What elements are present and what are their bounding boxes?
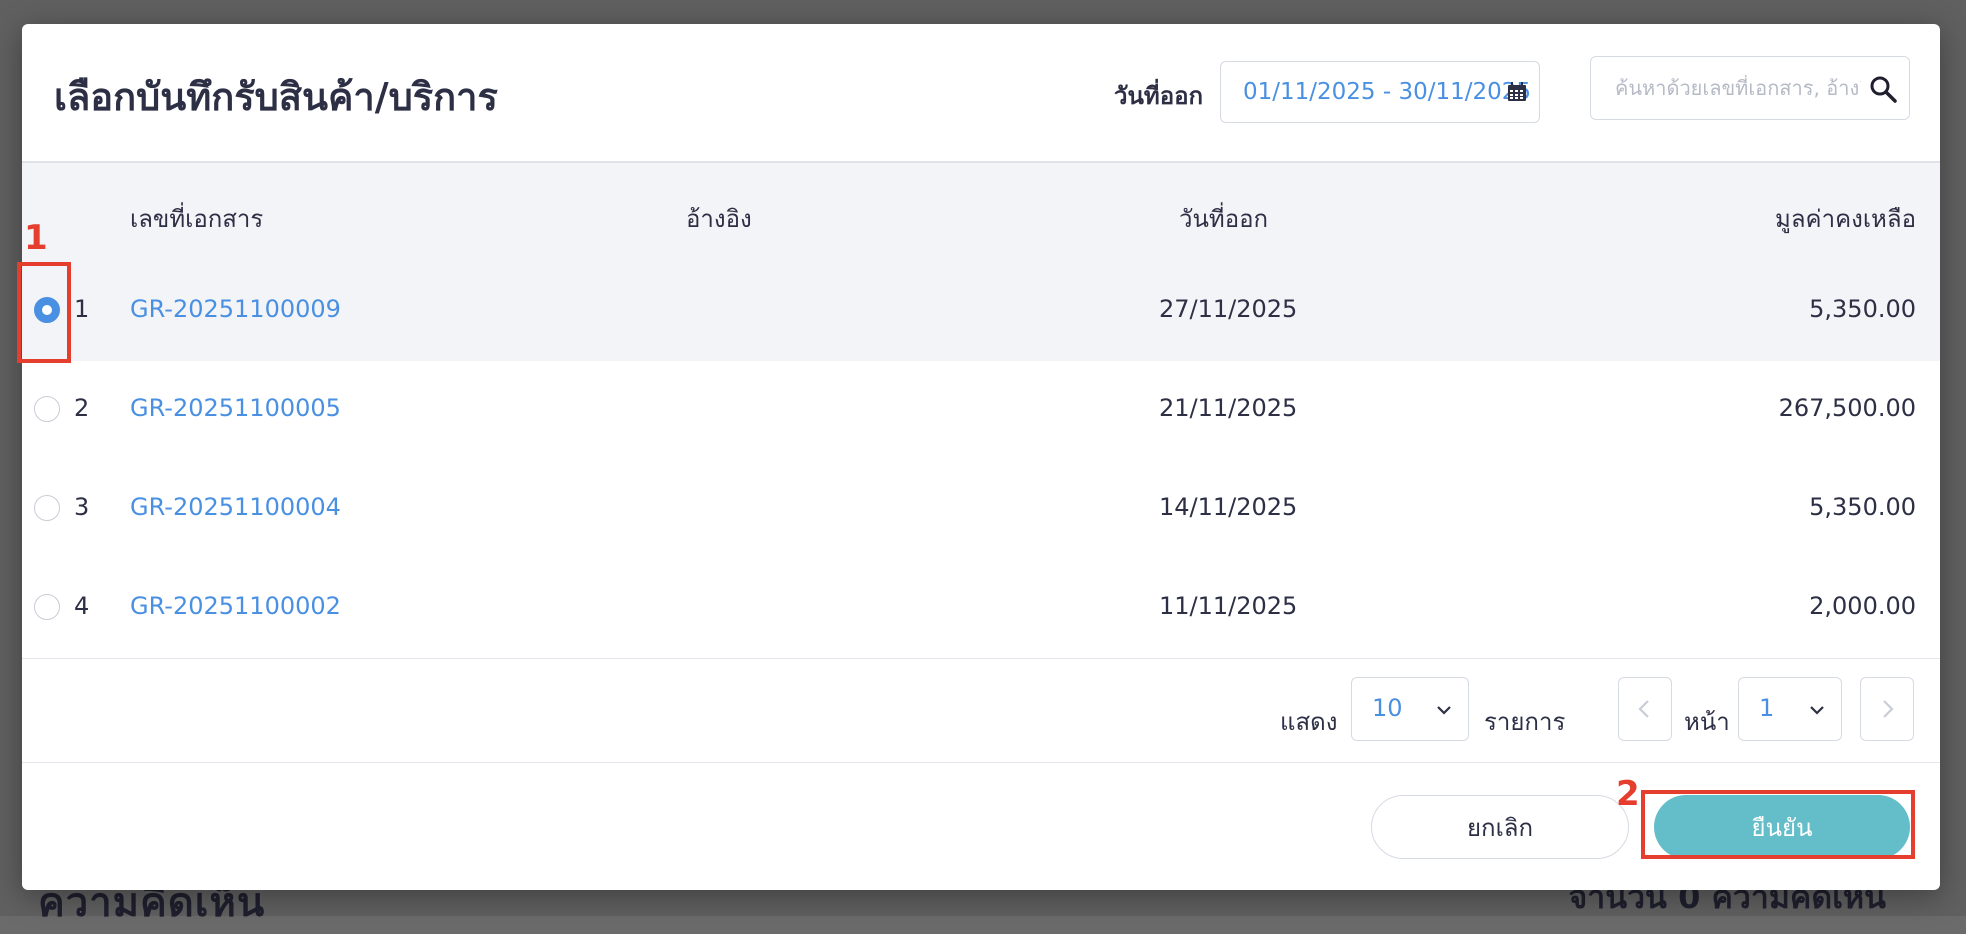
doc-number-link[interactable]: GR-20251100009 (130, 295, 341, 323)
page-size-select[interactable]: 10 (1351, 677, 1469, 741)
row-remaining-amount: 267,500.00 (1778, 394, 1916, 422)
row-radio[interactable] (34, 495, 60, 521)
items-label: รายการ (1484, 708, 1566, 736)
modal-header: เลือกบันทึกรับสินค้า/บริการ วันที่ออก 01… (22, 24, 1940, 163)
annotation-box-radio (17, 262, 71, 363)
row-index: 1 (74, 295, 90, 323)
select-goods-receipt-modal: เลือกบันทึกรับสินค้า/บริการ วันที่ออก 01… (22, 24, 1940, 890)
table-header: เลขที่เอกสาร อ้างอิง วันที่ออก มูลค่าคงเ… (22, 163, 1940, 263)
column-header-remaining: มูลค่าคงเหลือ (1775, 205, 1916, 233)
row-remaining-amount: 2,000.00 (1809, 592, 1916, 620)
previous-page-button[interactable] (1618, 677, 1672, 741)
table-row[interactable]: 2 GR-20251100005 21/11/2025 267,500.00 (22, 361, 1940, 460)
annotation-marker-2: 2 (1616, 774, 1640, 814)
row-issue-date: 14/11/2025 (1159, 493, 1298, 521)
doc-number-link[interactable]: GR-20251100004 (130, 493, 341, 521)
page-size-label: แสดง (1280, 708, 1338, 736)
search-icon[interactable] (1869, 75, 1897, 103)
current-page-value: 1 (1759, 694, 1775, 722)
modal-title: เลือกบันทึกรับสินค้า/บริการ (54, 75, 498, 119)
page-label: หน้า (1684, 708, 1730, 736)
search-box[interactable] (1590, 56, 1910, 120)
date-range-value: 01/11/2025 - 30/11/2025 (1243, 79, 1532, 105)
next-page-button[interactable] (1860, 677, 1914, 741)
annotation-marker-1: 1 (24, 218, 48, 258)
cancel-button[interactable]: ยกเลิก (1371, 795, 1629, 859)
column-header-reference: อ้างอิง (686, 205, 752, 233)
pagination-bar: แสดง 10 รายการ หน้า 1 (22, 658, 1940, 763)
search-input[interactable] (1613, 75, 1863, 101)
page-size-value: 10 (1372, 694, 1403, 722)
row-index: 3 (74, 493, 90, 521)
row-remaining-amount: 5,350.00 (1809, 493, 1916, 521)
chevron-down-icon (1437, 706, 1451, 715)
row-issue-date: 27/11/2025 (1159, 295, 1298, 323)
row-remaining-amount: 5,350.00 (1809, 295, 1916, 323)
row-radio[interactable] (34, 594, 60, 620)
row-issue-date: 11/11/2025 (1159, 592, 1298, 620)
date-range-picker[interactable]: 01/11/2025 - 30/11/2025 (1220, 61, 1540, 123)
table-row[interactable]: 4 GR-20251100002 11/11/2025 2,000.00 (22, 559, 1940, 658)
doc-number-link[interactable]: GR-20251100005 (130, 394, 341, 422)
table-row[interactable]: 3 GR-20251100004 14/11/2025 5,350.00 (22, 460, 1940, 559)
chevron-down-icon (1810, 706, 1824, 715)
row-index: 4 (74, 592, 90, 620)
row-issue-date: 21/11/2025 (1159, 394, 1298, 422)
calendar-icon (1508, 82, 1526, 101)
chevron-right-icon (1883, 700, 1894, 718)
date-filter-label: วันที่ออก (1114, 82, 1204, 110)
doc-number-link[interactable]: GR-20251100002 (130, 592, 341, 620)
column-header-issue-date: วันที่ออก (1179, 205, 1269, 233)
row-radio[interactable] (34, 396, 60, 422)
column-header-doc-no: เลขที่เอกสาร (130, 205, 264, 233)
table-row[interactable]: 1 GR-20251100009 27/11/2025 5,350.00 (22, 262, 1940, 361)
annotation-box-confirm (1641, 790, 1915, 859)
chevron-left-icon (1638, 700, 1649, 718)
row-index: 2 (74, 394, 90, 422)
page-number-select[interactable]: 1 (1738, 677, 1842, 741)
